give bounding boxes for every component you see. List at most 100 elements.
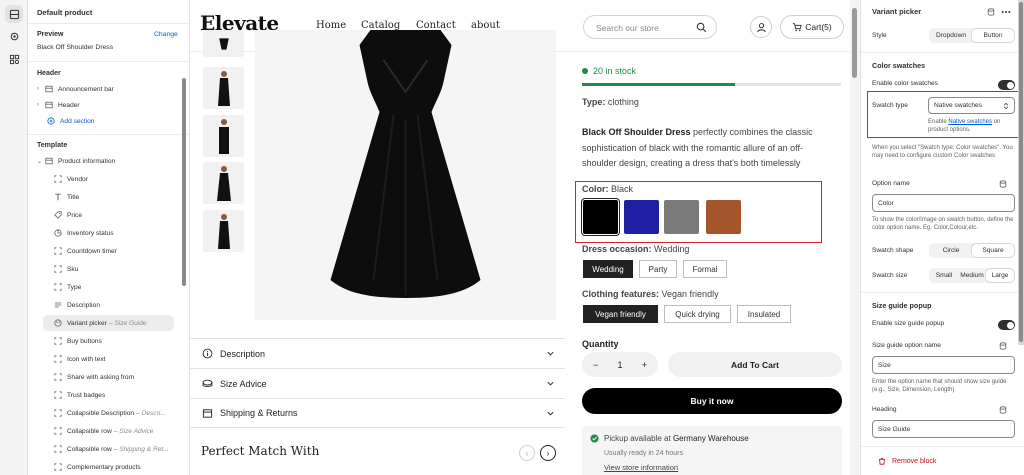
block-label: Inventory status (67, 229, 114, 237)
product-thumbnail[interactable] (203, 162, 244, 204)
swatch-gray[interactable] (664, 200, 699, 234)
text-lines-icon (53, 301, 62, 310)
native-swatches-link[interactable]: Native swatches (948, 119, 992, 125)
product-thumbnail[interactable] (203, 30, 244, 57)
block-item[interactable]: Price (53, 207, 189, 223)
accordion-description[interactable]: Description (190, 338, 565, 368)
style-button-option[interactable]: Button (972, 29, 1014, 42)
database-icon[interactable] (999, 342, 1007, 350)
sections-icon[interactable] (5, 5, 23, 23)
accordion-shipping-returns[interactable]: Shipping & Returns (190, 398, 565, 428)
product-description: Black Off Shoulder Dress perfectly combi… (582, 125, 832, 172)
block-item[interactable]: Complementary products (53, 459, 189, 475)
carousel-next-button[interactable]: › (540, 445, 556, 461)
block-settings-panel: Variant picker Style Dropdown Button Col… (860, 0, 1024, 475)
block-item[interactable]: Share with asking from (53, 369, 189, 385)
occasion-option-label: Dress occasion: Wedding (582, 244, 689, 254)
occasion-formal[interactable]: Formal (683, 260, 727, 278)
product-thumbnail[interactable] (203, 210, 244, 252)
block-item[interactable]: Vendor (53, 171, 189, 187)
block-label: Type (67, 283, 82, 291)
section-announcement-bar[interactable]: › Announcement bar (37, 81, 189, 97)
occasion-party[interactable]: Party (639, 260, 677, 278)
color-label: Color: (582, 184, 609, 194)
enable-size-guide-toggle[interactable] (998, 320, 1015, 330)
main-product-image[interactable] (255, 30, 556, 320)
feature-insulated[interactable]: Insulated (737, 305, 791, 323)
chevron-down-icon (547, 351, 554, 356)
divider (861, 446, 1024, 447)
add-to-cart-button[interactable]: Add To Cart (668, 352, 842, 377)
swatch-brown[interactable] (706, 200, 741, 234)
qty-plus-button[interactable]: + (642, 360, 647, 370)
cart-button[interactable]: Cart(5) (780, 15, 844, 39)
apps-icon[interactable] (5, 50, 23, 68)
enable-swatches-toggle[interactable] (998, 80, 1015, 90)
block-item[interactable]: Sku (53, 261, 189, 277)
more-options-icon[interactable] (1001, 10, 1011, 14)
account-button[interactable] (750, 16, 772, 38)
database-icon[interactable] (999, 406, 1007, 414)
store-search-input[interactable]: Search our store (583, 15, 717, 39)
shape-square-option[interactable]: Square (972, 244, 1014, 257)
qty-value[interactable]: 1 (617, 360, 622, 370)
inventory-icon (53, 229, 62, 238)
stock-level-fill (582, 83, 735, 86)
block-item[interactable]: Collapsible row – Size Advice (53, 423, 189, 439)
block-item[interactable]: Buy buttons (53, 333, 189, 349)
swatch-black[interactable] (581, 198, 620, 236)
block-item[interactable]: Collapsible row – Shipping & Ret... (53, 441, 189, 457)
block-item[interactable]: Trust badges (53, 387, 189, 403)
swatch-blue[interactable] (624, 200, 659, 234)
divider (28, 61, 189, 62)
search-icon[interactable] (696, 22, 707, 33)
panel-scrollbar[interactable] (1019, 2, 1023, 342)
buy-now-button[interactable]: Buy it now (582, 388, 842, 414)
swatch-type-select[interactable]: Native swatches (928, 97, 1015, 114)
block-item[interactable]: Description (53, 297, 189, 313)
sidebar-scrollbar[interactable] (182, 78, 186, 286)
settings-gear-icon[interactable] (5, 27, 23, 45)
size-guide-option-input[interactable]: Size (872, 356, 1015, 374)
product-thumbnail[interactable] (203, 67, 244, 109)
accordion-size-advice[interactable]: Size Advice (190, 368, 565, 398)
block-item[interactable]: Inventory status (53, 225, 189, 241)
pickup-store-link[interactable]: View store information (604, 463, 678, 472)
model-photo (218, 119, 229, 154)
option-name-input[interactable]: Color (872, 194, 1015, 212)
preview-scrollbar[interactable] (852, 8, 857, 78)
qty-minus-button[interactable]: − (593, 360, 598, 370)
add-section-button[interactable]: Add section (46, 113, 189, 129)
help-text-prefix: Enable (928, 119, 949, 125)
remove-block-button[interactable]: Remove block (878, 457, 936, 465)
chevron-down-icon[interactable]: ⌄ (37, 158, 44, 165)
heading-input[interactable]: Size Guide (872, 420, 1015, 438)
database-icon[interactable] (999, 180, 1007, 188)
block-item[interactable]: Variant picker – Size Guide (43, 315, 174, 331)
occasion-wedding[interactable]: Wedding (583, 260, 633, 278)
size-small-option[interactable]: Small (930, 269, 958, 282)
block-item[interactable]: Collapsible Description – Descri... (53, 405, 189, 421)
chevron-right-icon[interactable]: › (37, 102, 44, 108)
database-icon[interactable] (987, 8, 995, 16)
section-product-information[interactable]: ⌄ Product information (37, 153, 189, 169)
feature-quick-drying[interactable]: Quick drying (664, 305, 731, 323)
features-value: Vegan friendly (661, 289, 719, 299)
change-preview-link[interactable]: Change (154, 31, 178, 38)
carousel-prev-button[interactable]: ‹ (519, 445, 535, 461)
block-item[interactable]: Title (53, 189, 189, 205)
section-header[interactable]: › Header (37, 97, 189, 113)
trash-icon (878, 457, 886, 465)
feature-vegan-friendly[interactable]: Vegan friendly (583, 305, 658, 323)
block-sublabel: – Size Advice (113, 427, 154, 435)
block-item[interactable]: Countdown timer (53, 243, 189, 259)
size-medium-option[interactable]: Medium (958, 269, 986, 282)
block-item[interactable]: Type (53, 279, 189, 295)
size-large-option[interactable]: Large (986, 269, 1014, 282)
product-thumbnail[interactable] (203, 115, 244, 157)
block-item[interactable]: Icon with text (53, 351, 189, 367)
shape-circle-option[interactable]: Circle (930, 244, 972, 257)
frame-icon (53, 463, 62, 472)
chevron-right-icon[interactable]: › (37, 86, 44, 92)
style-dropdown-option[interactable]: Dropdown (930, 29, 972, 42)
